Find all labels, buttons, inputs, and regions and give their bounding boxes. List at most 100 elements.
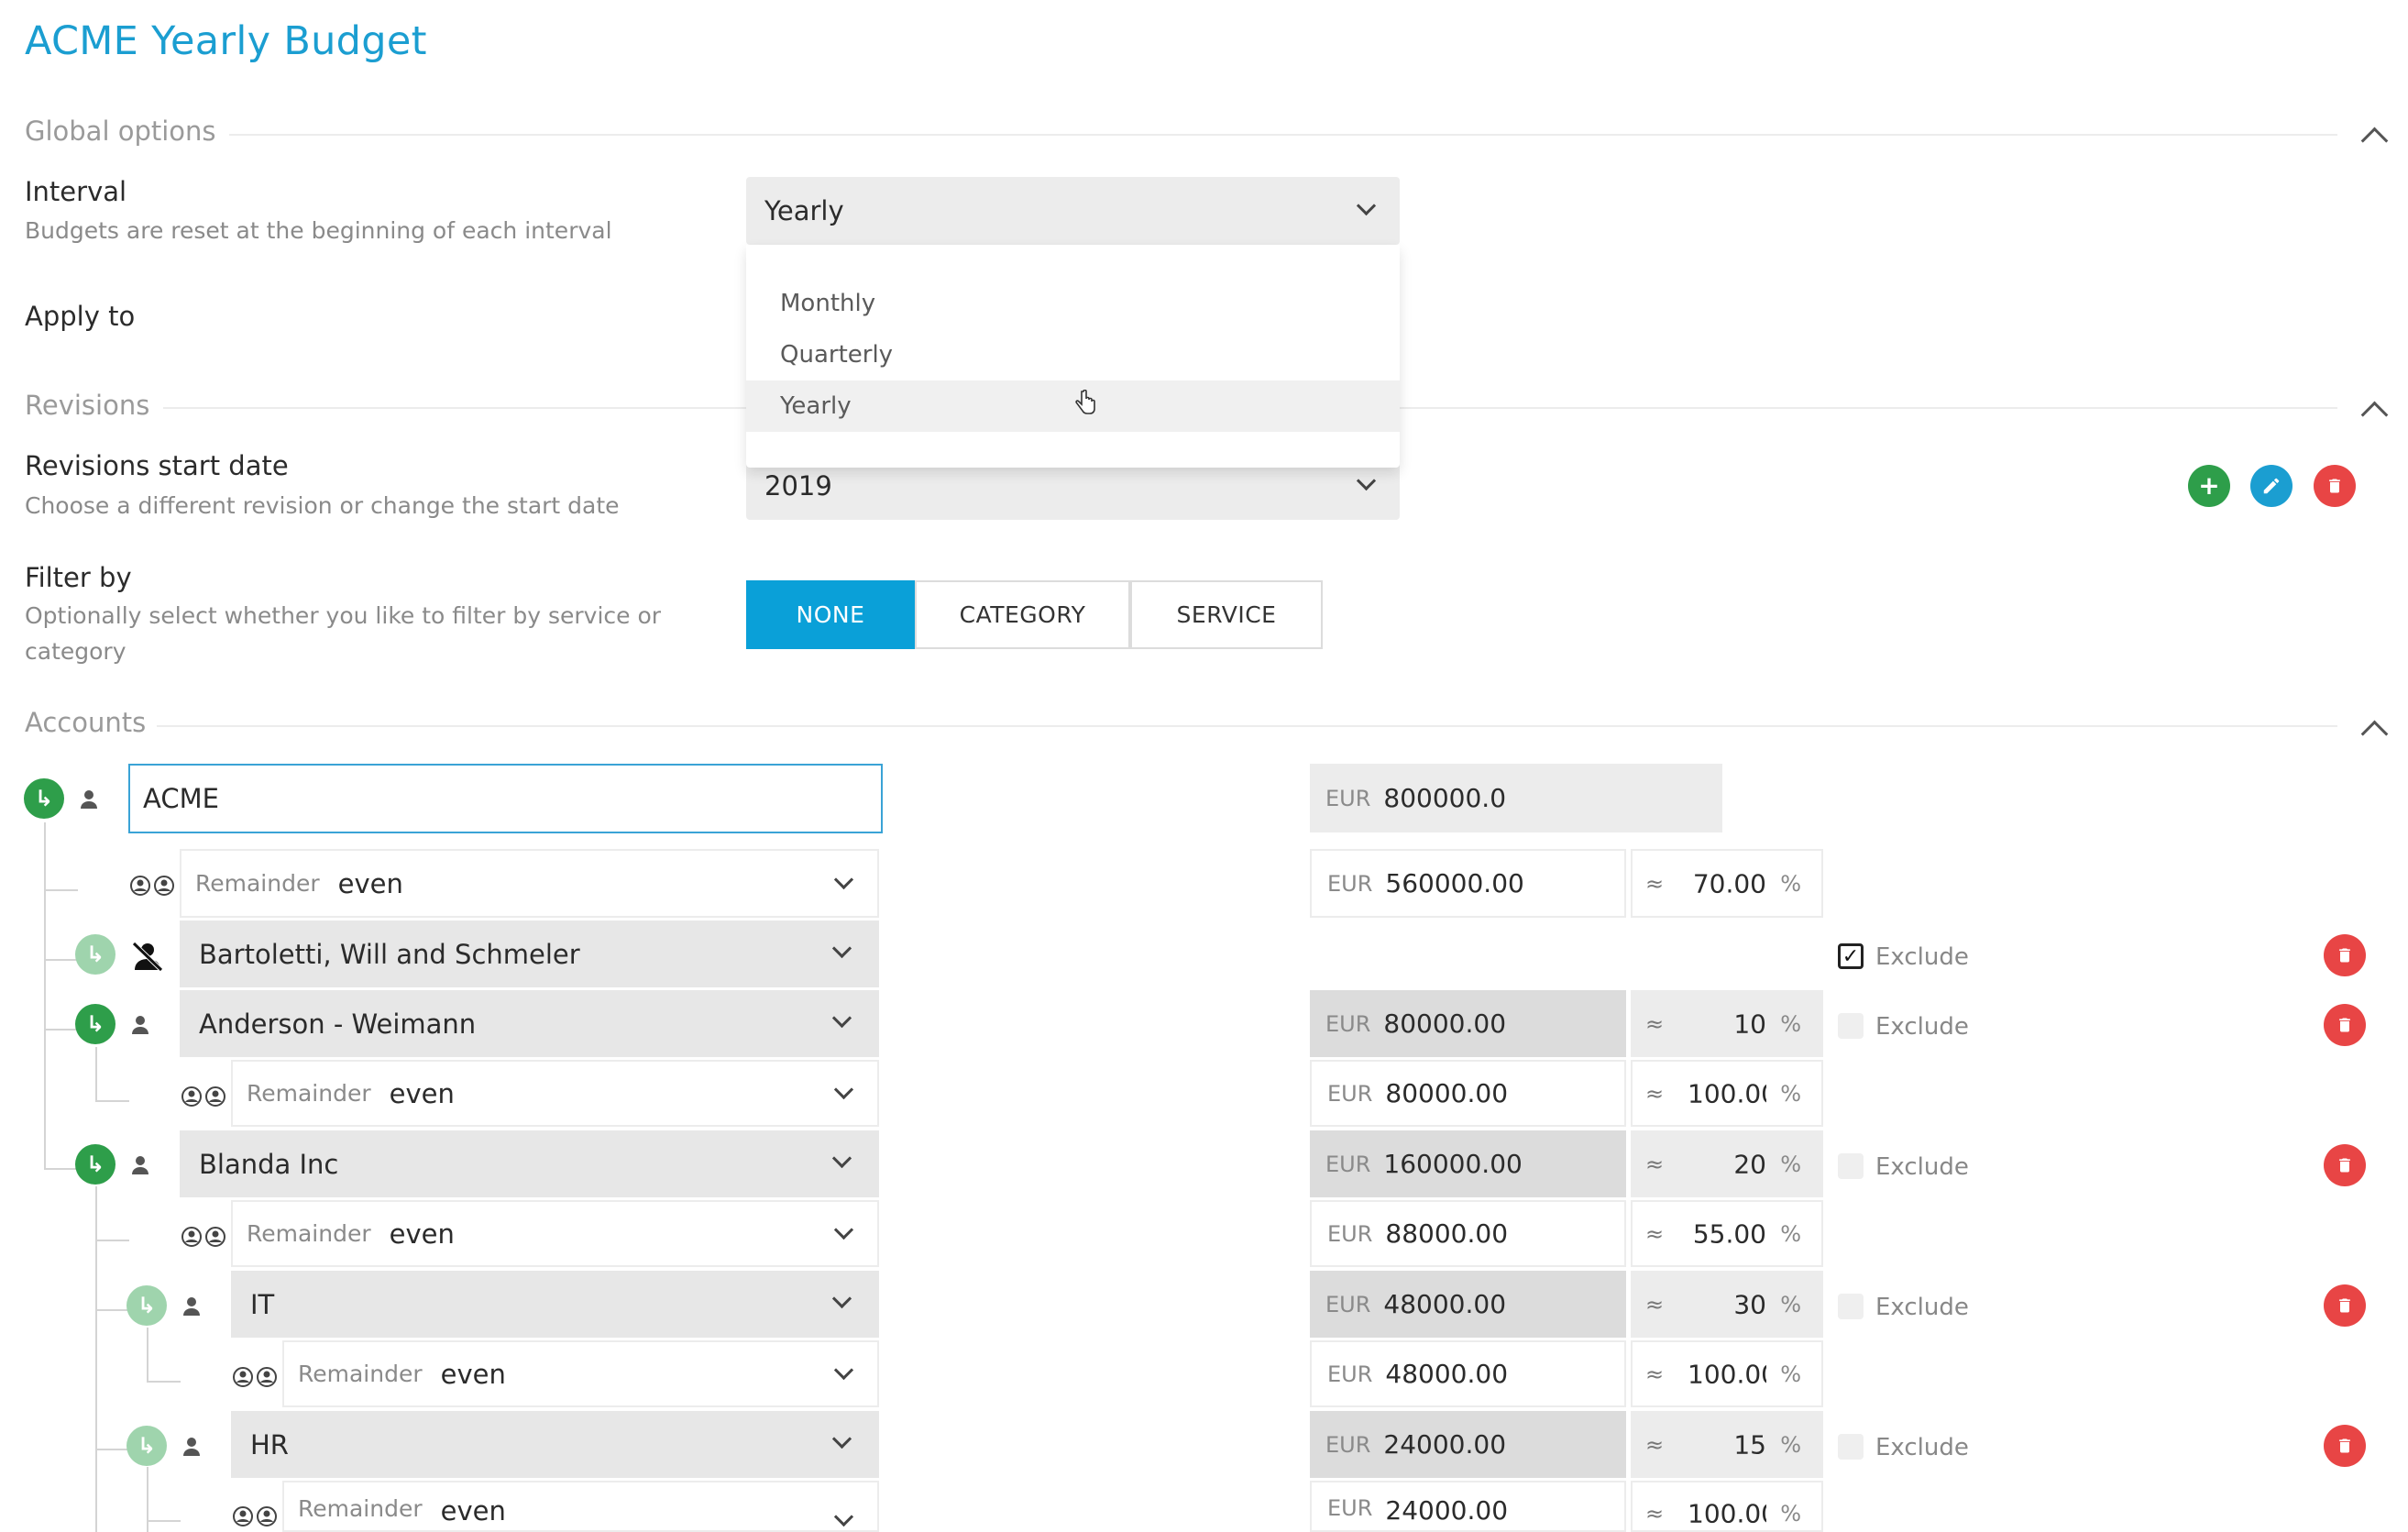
percent-value: 100.00 [1688, 1359, 1766, 1389]
amount-field-acme[interactable]: EUR 800000.0 [1310, 764, 1722, 832]
filter-sublabel-2: category [25, 638, 126, 665]
amount-field[interactable]: EUR 88000.00 [1310, 1200, 1626, 1267]
percent-field[interactable]: ≈ 100.00 % [1631, 1340, 1823, 1407]
approx-symbol: ≈ [1645, 870, 1665, 897]
chevron-down-icon [831, 1148, 852, 1169]
exclude-checkbox[interactable] [1838, 1294, 1864, 1319]
amount-value: 560000.00 [1385, 868, 1524, 898]
percent-symbol: % [1780, 870, 1801, 897]
delete-account-button[interactable] [2324, 1144, 2366, 1186]
remainder-select[interactable]: Remainder even [282, 1481, 879, 1532]
percent-field[interactable]: ≈ 70.00 % [1631, 849, 1823, 918]
delete-account-button[interactable] [2324, 1425, 2366, 1467]
remainder-label: Remainder [195, 870, 320, 897]
account-select-anderson[interactable]: Anderson - Weimann [180, 990, 879, 1057]
node-toggle-blanda[interactable]: ↳ [75, 1144, 115, 1185]
amount-field[interactable]: EUR 80000.00 [1310, 1060, 1626, 1127]
percent-field[interactable]: ≈ 10 % [1631, 990, 1823, 1057]
percent-symbol: % [1780, 1010, 1801, 1037]
add-revision-button[interactable]: + [2188, 465, 2230, 507]
percent-field[interactable]: ≈ 30 % [1631, 1271, 1823, 1338]
exclude-checkbox[interactable] [1838, 1434, 1864, 1460]
account-select-bartoletti[interactable]: Bartoletti, Will and Schmeler [180, 920, 879, 987]
chevron-down-icon [1356, 195, 1377, 216]
percent-field[interactable]: ≈ 100.00 % [1631, 1060, 1823, 1127]
collapse-accounts-icon[interactable] [2360, 720, 2389, 748]
percent-field[interactable]: ≈ 20 % [1631, 1130, 1823, 1197]
tree-line [95, 1240, 129, 1241]
account-select-blanda[interactable]: Blanda Inc [180, 1130, 879, 1197]
exclude-checkbox[interactable] [1838, 1153, 1864, 1179]
interval-option-quarterly[interactable]: Quarterly [746, 329, 1400, 380]
account-name-input-acme[interactable]: ACME [128, 764, 883, 833]
collapse-revisions-icon[interactable] [2360, 401, 2389, 429]
percent-field[interactable]: ≈ 55.00 % [1631, 1200, 1823, 1267]
exclude-label: Exclude [1875, 943, 1969, 971]
amount-field[interactable]: EUR 48000.00 [1310, 1340, 1626, 1407]
tree-line [95, 1186, 97, 1532]
delete-account-button[interactable] [2324, 1004, 2366, 1046]
group-icon [233, 1367, 277, 1387]
interval-dropdown: Monthly Quarterly Yearly [746, 245, 1400, 468]
amount-value: 48000.00 [1383, 1289, 1507, 1319]
node-toggle-bartoletti[interactable]: ↳ [75, 934, 115, 975]
percent-symbol: % [1780, 1291, 1801, 1317]
trash-icon [2339, 1158, 2350, 1173]
percent-value: 100.00 [1688, 1078, 1766, 1108]
remainder-select[interactable]: Remainder even [282, 1340, 879, 1407]
exclude-checkbox[interactable] [1838, 1013, 1864, 1039]
apply-to-label: Apply to [25, 301, 136, 332]
interval-option-monthly[interactable]: Monthly [746, 278, 1400, 329]
amount-field[interactable]: EUR 24000.00 [1310, 1481, 1626, 1532]
remainder-select[interactable]: Remainder even [180, 849, 879, 918]
amount-value: 24000.00 [1385, 1495, 1509, 1526]
amount-field[interactable]: EUR 48000.00 [1310, 1271, 1626, 1338]
amount-value: 24000.00 [1383, 1429, 1507, 1460]
interval-option-yearly[interactable]: Yearly [746, 380, 1400, 432]
percent-value: 20 [1733, 1149, 1766, 1179]
amount-field[interactable]: EUR 24000.00 [1310, 1411, 1626, 1478]
remainder-select[interactable]: Remainder even [231, 1060, 879, 1127]
remainder-value: even [440, 1358, 506, 1390]
remainder-label: Remainder [298, 1361, 423, 1387]
interval-select[interactable]: Yearly [746, 177, 1400, 245]
delete-account-button[interactable] [2324, 1284, 2366, 1327]
chevron-down-icon [831, 1428, 852, 1449]
tree-line [44, 889, 78, 891]
amount-field[interactable]: EUR 560000.00 [1310, 849, 1626, 918]
amount-field[interactable]: EUR 80000.00 [1310, 990, 1626, 1057]
delete-account-button[interactable] [2324, 934, 2366, 976]
approx-symbol: ≈ [1645, 1220, 1665, 1247]
edit-revision-button[interactable] [2250, 465, 2293, 507]
person-icon [132, 1016, 148, 1034]
approx-symbol: ≈ [1645, 1080, 1665, 1107]
group-icon [181, 1086, 225, 1107]
account-select-it[interactable]: IT [231, 1271, 879, 1338]
filter-category-button[interactable]: CATEGORY [915, 580, 1130, 649]
tree-line [44, 1029, 78, 1031]
currency-label: EUR [1327, 1220, 1373, 1247]
node-toggle-acme[interactable]: ↳ [24, 778, 64, 819]
exclude-checkbox-bartoletti[interactable]: ✓ [1838, 943, 1864, 969]
amount-value: 80000.00 [1383, 1008, 1507, 1039]
remainder-value: even [389, 1218, 455, 1250]
percent-field[interactable]: ≈ 15 % [1631, 1411, 1823, 1478]
filter-service-button[interactable]: SERVICE [1130, 580, 1323, 649]
percent-field[interactable]: ≈ 100.00 % [1631, 1481, 1823, 1532]
currency-label: EUR [1325, 785, 1371, 811]
collapse-global-icon[interactable] [2360, 127, 2389, 155]
group-icon [233, 1506, 277, 1526]
hand-cursor-icon [1075, 390, 1095, 414]
percent-symbol: % [1780, 1361, 1801, 1387]
tree-line [95, 1100, 129, 1102]
currency-label: EUR [1327, 1495, 1373, 1521]
account-select-hr[interactable]: HR [231, 1411, 879, 1478]
node-toggle-it[interactable]: ↳ [126, 1285, 167, 1326]
filter-none-button[interactable]: NONE [746, 580, 915, 649]
remainder-select[interactable]: Remainder even [231, 1200, 879, 1267]
node-toggle-anderson[interactable]: ↳ [75, 1004, 115, 1044]
delete-revision-button[interactable] [2314, 465, 2356, 507]
amount-field[interactable]: EUR 160000.00 [1310, 1130, 1626, 1197]
node-toggle-hr[interactable]: ↳ [126, 1426, 167, 1466]
percent-symbol: % [1780, 1220, 1801, 1247]
